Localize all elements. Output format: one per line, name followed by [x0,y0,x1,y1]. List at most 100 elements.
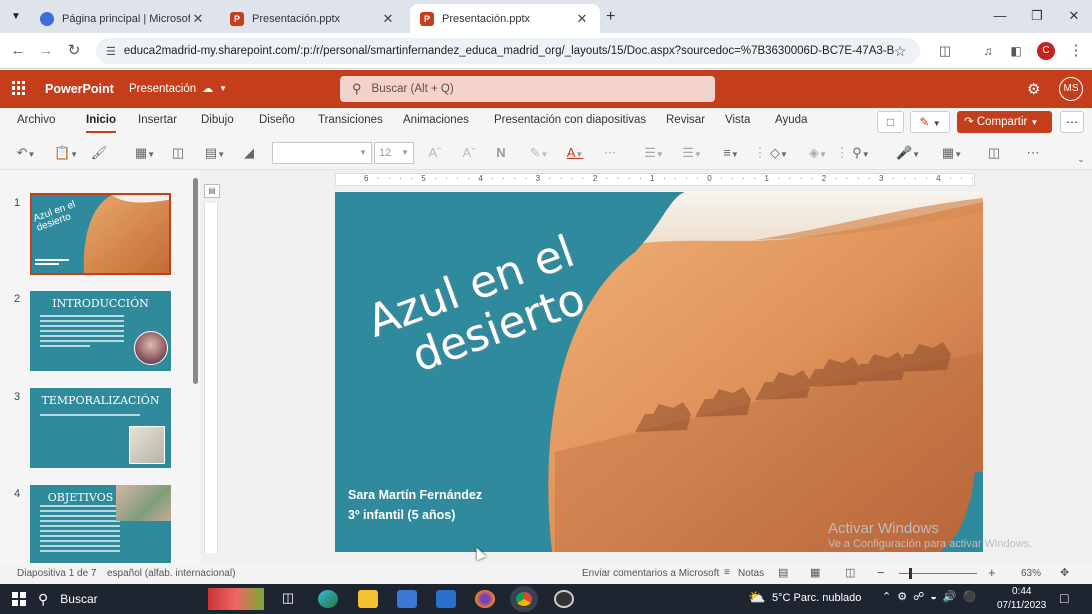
reload-icon[interactable]: ↻ [64,41,84,61]
task-view-icon[interactable]: ◫ [278,590,298,608]
store-icon[interactable] [397,590,417,608]
app-name[interactable]: PowerPoint [45,82,114,96]
align-icon[interactable]: ≡▼ [716,144,746,162]
tab-transiciones[interactable]: Transiciones [318,114,383,126]
more-options-button[interactable]: ⋯ [1060,111,1084,133]
layout-icon[interactable]: ▤▼ [200,144,230,162]
thumbnail-scrollbar[interactable] [193,178,198,384]
slide-course[interactable]: 3º infantil (5 años) [348,508,455,522]
close-window-icon[interactable]: ✕ [1059,6,1089,26]
slide-thumbnail-4[interactable]: OBJETIVOS [30,485,171,565]
new-slide-icon[interactable]: ▦▼ [130,144,160,162]
slide-thumbnail-2[interactable]: INTRODUCCIÓN [30,291,171,371]
bold-icon[interactable]: N [492,144,510,162]
edge-icon[interactable] [318,590,338,608]
close-tab-icon[interactable]: ✕ [574,11,590,27]
tab-dibujo[interactable]: Dibujo [201,114,234,126]
editing-mode-button[interactable]: ✎ ▼ [910,111,950,133]
collapse-ribbon-icon[interactable]: ⌄ [1074,150,1088,168]
profile-avatar[interactable]: C [1037,42,1055,60]
font-family-select[interactable]: ▼ [272,142,372,164]
comments-button[interactable]: □ [877,111,904,133]
designer-icon[interactable]: ▦▼ [938,144,966,162]
document-title[interactable]: Presentación ☁ ▼ [129,82,227,96]
language[interactable]: español (alfab. internacional) [107,568,235,579]
close-tab-icon[interactable]: ✕ [190,11,206,27]
shapes-icon[interactable]: ◇▼ [764,144,794,162]
browser-tab-presentation-2[interactable]: P Presentación.pptx ✕ [410,4,600,33]
chrome-profile-icon[interactable] [554,590,574,608]
user-avatar[interactable]: MS [1059,77,1083,101]
highlight-icon[interactable]: ✎▼ [526,144,552,162]
weather-icon[interactable]: ⛅ [748,589,765,606]
tab-vista[interactable]: Vista [725,114,750,126]
zoom-out-icon[interactable]: − [877,565,885,580]
reuse-slides-icon[interactable]: ◫ [168,144,188,162]
dictate-icon[interactable]: 🎤▼ [894,144,922,162]
slide-thumbnail-1[interactable]: Azul en el desierto [30,193,171,275]
tab-inicio[interactable]: Inicio [86,114,117,133]
clock-date[interactable]: 07/11/2023 [997,600,1046,611]
site-info-icon[interactable]: ☰ [106,45,116,58]
browser-tab-presentation-1[interactable]: P Presentación.pptx ✕ [220,4,406,33]
settings-gear-icon[interactable]: ⚙ [1027,80,1040,98]
extensions-icon[interactable]: ◫ [935,41,955,61]
format-painter-icon[interactable]: 🖌 [90,144,108,162]
font-color-icon[interactable]: A▼ [562,144,588,162]
zoom-slider[interactable] [899,568,977,579]
fit-slide-icon[interactable]: ✥ [1060,566,1069,579]
weather-text[interactable]: 5°C Parc. nublado [772,592,861,604]
tab-presentacion[interactable]: Presentación con diapositivas [494,114,646,126]
sidebar-icon[interactable]: ◧ [1006,41,1026,61]
tray-icons[interactable]: ⌃⚙☍◒🔊⚫ [882,590,982,603]
tab-list-chevron-icon[interactable]: ▼ [8,9,24,25]
back-icon[interactable]: ← [8,41,28,61]
feedback-link[interactable]: Enviar comentarios a Microsoft [582,568,719,579]
zoom-level[interactable]: 63% [1021,568,1041,579]
file-explorer-icon[interactable] [358,590,378,608]
background-icon[interactable]: ◢ [240,144,258,162]
find-icon[interactable]: ⚲▼ [846,144,876,162]
zoom-slider-thumb[interactable] [909,568,912,579]
firefox-icon[interactable] [475,590,495,608]
restore-window-icon[interactable]: ❐ [1022,6,1052,26]
media-icon[interactable]: ♫ [978,41,998,61]
app-launcher-icon[interactable] [12,81,26,95]
more-toolbar-icon[interactable]: ⋯ [1022,144,1044,162]
new-tab-button[interactable]: + [606,8,615,26]
slide-thumbnail-3[interactable]: TEMPORALIZACIÓN [30,388,171,468]
normal-view-icon[interactable]: ▤ [778,566,788,579]
shape-fill-icon[interactable]: ◈▼ [804,144,832,162]
tab-archivo[interactable]: Archivo [17,114,55,126]
notifications-icon[interactable]: □ [1060,590,1068,606]
minimize-window-icon[interactable]: — [985,6,1015,26]
browser-tab-microsoft365[interactable]: Página principal | Microsoft 36 ✕ [30,4,216,33]
decrease-font-icon[interactable]: Aˇ [460,144,478,162]
tab-ayuda[interactable]: Ayuda [775,114,807,126]
forward-icon[interactable]: → [36,41,56,61]
mail-icon[interactable] [436,590,456,608]
font-size-select[interactable]: 12 ▼ [374,142,414,164]
notes-button[interactable]: Notas [738,568,764,579]
tab-animaciones[interactable]: Animaciones [403,114,469,126]
browser-menu-icon[interactable]: ⋮ [1066,41,1086,61]
url-field[interactable]: ☰ educa2madrid-my.sharepoint.com/:p:/r/p… [96,38,920,64]
clock-time[interactable]: 0:44 [1012,586,1031,597]
taskbar-search[interactable]: ⚲ Buscar [38,584,268,614]
paste-icon[interactable]: 📋▼ [52,144,80,162]
slide-author[interactable]: Sara Martín Fernández [348,488,482,502]
search-box[interactable]: ⚲ Buscar (Alt + Q) [340,76,715,102]
undo-icon[interactable]: ↶▼ [12,144,40,162]
tab-diseno[interactable]: Diseño [259,114,295,126]
reading-view-icon[interactable]: ◫ [845,566,855,579]
bookmark-star-icon[interactable]: ☆ [894,43,907,60]
tab-insertar[interactable]: Insertar [138,114,177,126]
tab-revisar[interactable]: Revisar [666,114,705,126]
chrome-icon[interactable] [510,586,538,612]
close-tab-icon[interactable]: ✕ [380,11,396,27]
slide-canvas[interactable]: Azul en el desierto Sara Martín Fernánde… [335,192,983,552]
more-font-icon[interactable]: ⋯ [600,144,620,162]
windows-start-icon[interactable] [12,592,26,606]
share-button[interactable]: ↷ Compartir ▼ [957,111,1052,133]
increase-font-icon[interactable]: Aˆ [426,144,444,162]
